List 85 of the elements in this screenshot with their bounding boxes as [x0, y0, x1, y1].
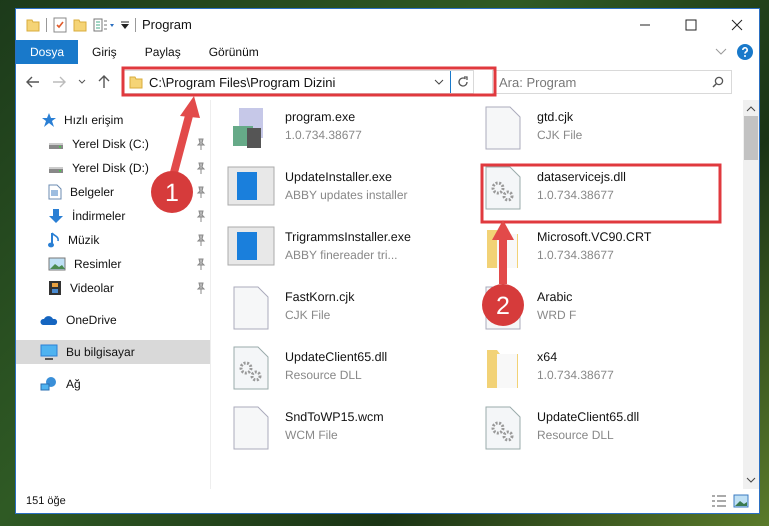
cloud-icon [40, 314, 58, 326]
sidebar-item[interactable]: Hızlı erişim [16, 108, 210, 132]
pin-icon[interactable] [196, 186, 206, 198]
file-detail: CJK File [285, 308, 332, 322]
star-icon [40, 112, 56, 128]
search-icon [712, 76, 724, 88]
file-name[interactable]: FastKorn.cjk [285, 290, 354, 304]
help-icon[interactable] [737, 44, 753, 60]
music-note-icon [48, 232, 60, 248]
installer-icon [227, 166, 275, 206]
folder-icon [129, 75, 143, 89]
scrollbar[interactable] [743, 100, 759, 489]
file-name[interactable]: gtd.cjk [537, 110, 582, 124]
close-icon[interactable] [731, 18, 743, 30]
document-icon [48, 184, 62, 200]
ribbon-tab[interactable]: Dosya [16, 40, 78, 64]
file-name[interactable]: program.exe [285, 110, 362, 124]
address-field[interactable]: C:\Program Files\Program Dizini [122, 70, 474, 94]
window-title: Program [142, 17, 192, 32]
sidebar-item[interactable]: Ağ [16, 372, 210, 396]
file-detail: WRD F [537, 308, 576, 322]
scrollbar-thumb[interactable] [744, 116, 758, 160]
file-name[interactable]: dataservicejs.dll [537, 170, 626, 184]
chevron-icon[interactable] [715, 48, 727, 56]
sidebar-item[interactable]: Yerel Disk (C:) [72, 137, 149, 151]
step-badge: 1 [151, 171, 193, 213]
properties-icon[interactable] [93, 18, 115, 32]
picture-icon [48, 257, 66, 271]
caret-icon[interactable] [78, 79, 86, 85]
step-badge: 2 [482, 284, 524, 326]
search-field[interactable]: Ara: Program [492, 70, 732, 94]
sidebar-item[interactable]: Yerel Disk (D:) [72, 161, 149, 175]
film-icon [48, 280, 62, 296]
pin-icon[interactable] [196, 210, 206, 222]
file-name[interactable]: Arabic [537, 290, 576, 304]
refresh-icon[interactable] [457, 76, 469, 88]
sidebar-item[interactable]: İndirmeler [72, 209, 126, 223]
file-name[interactable]: TrigrammsInstaller.exe [285, 230, 411, 244]
file-name[interactable]: SndToWP15.wcm [285, 410, 384, 424]
file-name[interactable]: UpdateInstaller.exe [285, 170, 408, 184]
sidebar-item[interactable]: OneDrive [16, 308, 210, 332]
sidebar-item[interactable]: Müzik [68, 233, 100, 247]
ribbon-tab[interactable]: Giriş [78, 40, 131, 64]
pin-icon[interactable] [196, 282, 206, 294]
down-arrow-icon [48, 208, 64, 224]
file-detail: ABBY finereader tri... [285, 248, 398, 262]
pin-icon[interactable] [196, 162, 206, 174]
scroll-up-icon[interactable] [746, 106, 756, 112]
sidebar-item[interactable]: Videolar [70, 281, 114, 295]
pin-icon[interactable] [196, 234, 206, 246]
file-name[interactable]: UpdateClient65.dll [537, 410, 640, 424]
item-count: 151 öğe [26, 495, 66, 507]
pointer-arrow [492, 220, 514, 284]
maximize-icon[interactable] [685, 18, 697, 30]
file-detail: 1.0.734.38677 [537, 368, 614, 382]
file-detail: 1.0.734.38677 [537, 188, 615, 202]
scroll-down-icon[interactable] [746, 477, 756, 483]
network-icon [40, 376, 58, 392]
ribbon-tab[interactable]: Paylaş [130, 40, 195, 64]
file-detail: ABBY updates installer [285, 188, 408, 202]
file-detail: 1.0.734.38677 [537, 248, 615, 262]
file-detail: 1.0.734.38677 [285, 128, 362, 142]
address-path: C:\Program Files\Program Dizini [149, 74, 336, 90]
file-detail: Resource DLL [285, 368, 363, 382]
pin-icon[interactable] [196, 258, 206, 270]
sidebar-item[interactable]: Bu bilgisayar [16, 340, 210, 364]
installer-icon [227, 226, 275, 266]
pin-icon[interactable] [196, 138, 206, 150]
caret-icon[interactable] [434, 79, 444, 85]
file-detail: CJK File [537, 128, 582, 142]
file-name[interactable]: Microsoft.VC90.CRT [537, 230, 652, 244]
up-arrow-icon[interactable] [98, 75, 110, 89]
sidebar-item[interactable]: Resimler [74, 257, 122, 271]
checklist-icon[interactable] [53, 16, 67, 32]
ribbon-tab[interactable]: Görünüm [194, 40, 273, 64]
dropdown-icon[interactable] [121, 20, 129, 30]
details-view-icon[interactable] [711, 494, 727, 508]
file-detail: WCM File [285, 428, 339, 442]
file-name[interactable]: UpdateClient65.dll [285, 350, 388, 364]
back-arrow-icon[interactable] [26, 76, 40, 88]
computer-icon [40, 344, 58, 360]
file-name[interactable]: x64 [537, 350, 614, 364]
sidebar-item[interactable]: Belgeler [70, 185, 114, 199]
file-detail: Resource DLL [537, 428, 615, 442]
thumbnail-view-icon[interactable] [733, 494, 749, 508]
